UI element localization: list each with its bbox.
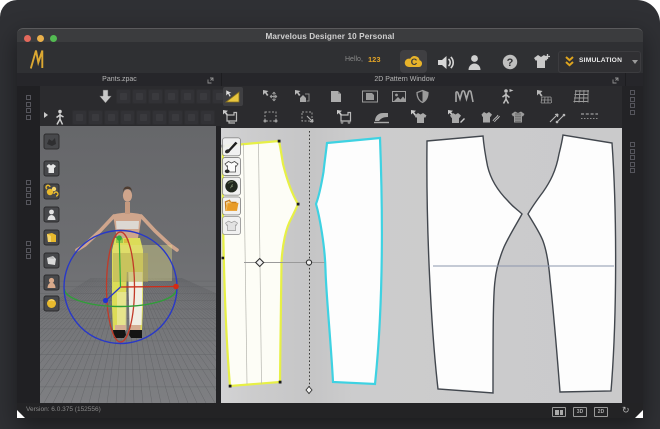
svg-text:?: ? <box>507 57 514 69</box>
svg-text:C: C <box>411 57 418 67</box>
